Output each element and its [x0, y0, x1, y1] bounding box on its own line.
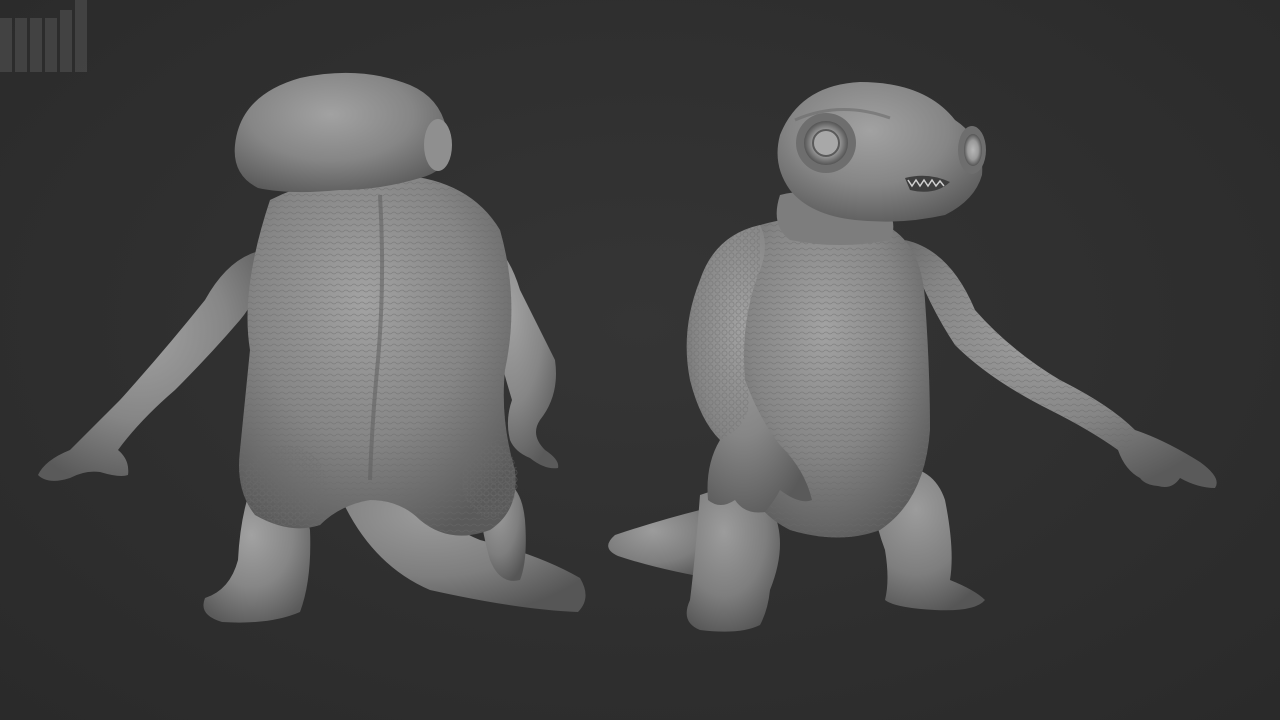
creature-back-view — [38, 72, 586, 623]
creature-front-view — [608, 82, 1217, 632]
bar-logo-icon — [0, 0, 87, 72]
render-viewport — [0, 0, 1280, 720]
sculpt-render — [38, 72, 1217, 632]
